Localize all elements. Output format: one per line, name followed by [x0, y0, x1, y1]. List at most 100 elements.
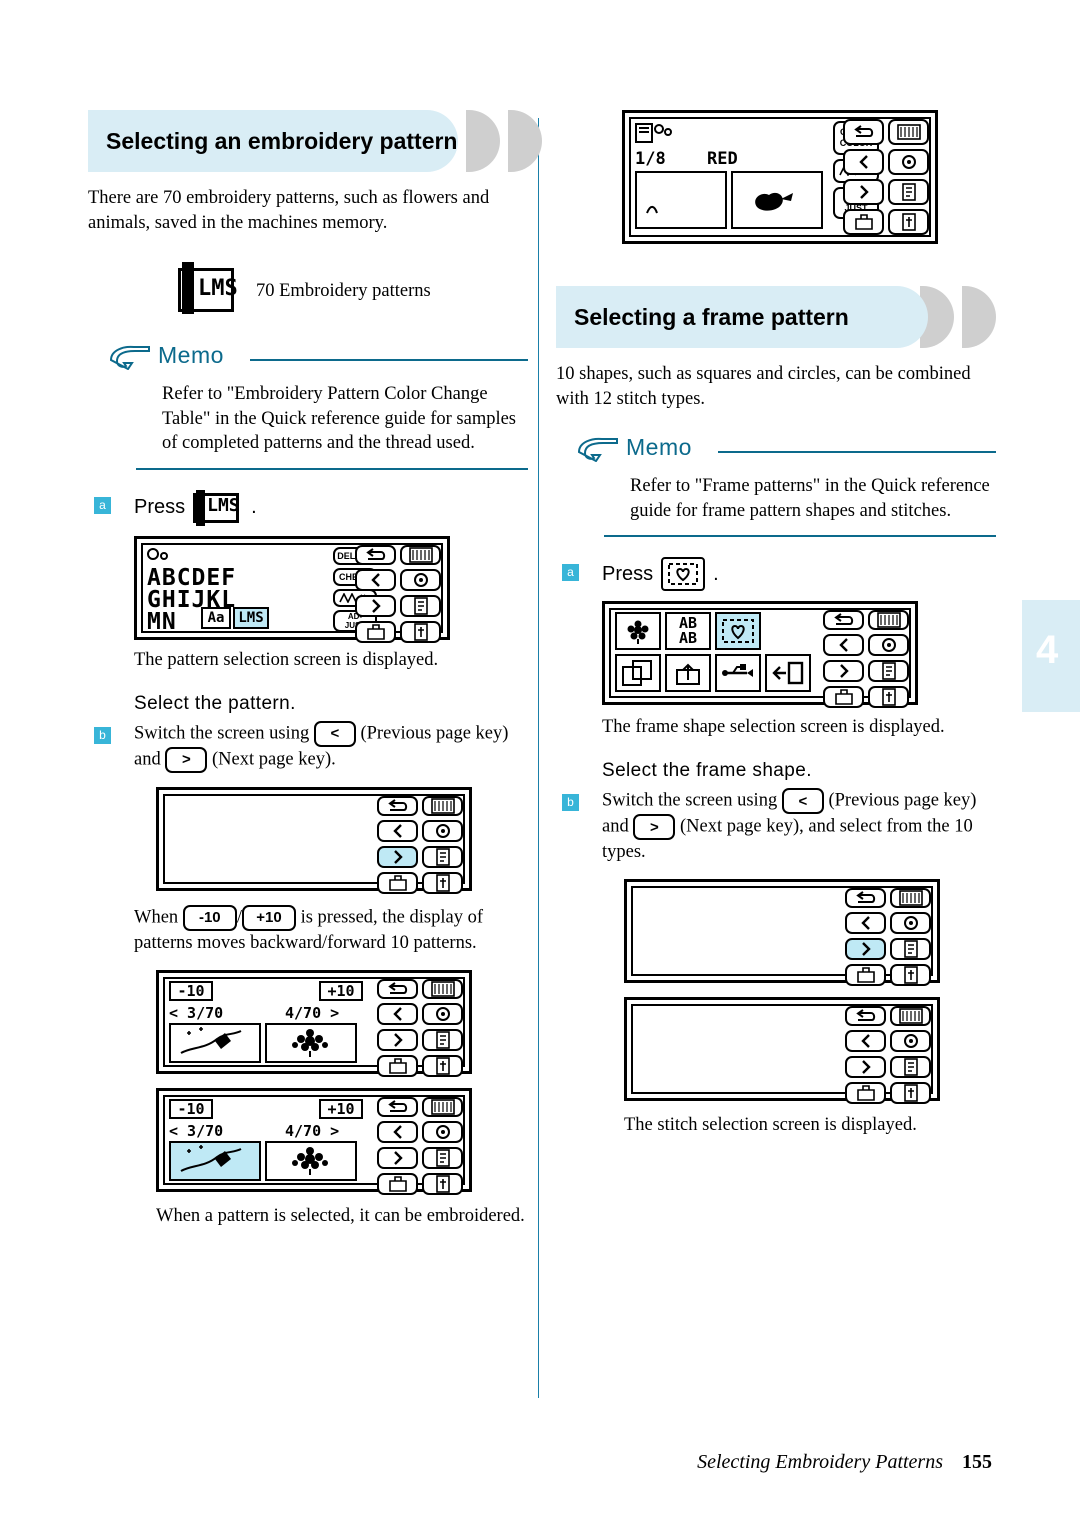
- step-b-text-before: Switch the screen using: [134, 722, 310, 743]
- presser-foot-key[interactable]: [890, 1006, 931, 1026]
- prev-page-key[interactable]: [377, 1002, 418, 1025]
- next-page-key-inline[interactable]: >: [165, 746, 208, 773]
- plus-10-key[interactable]: +10: [319, 1098, 363, 1119]
- presser-foot-key[interactable]: [888, 119, 929, 145]
- press-lms-key[interactable]: LMS: [193, 489, 243, 526]
- memory-key[interactable]: [845, 1082, 886, 1104]
- needle-key[interactable]: [888, 209, 929, 235]
- prev-page-key[interactable]: [377, 1120, 418, 1143]
- step-b-text-before: Switch the screen using: [602, 790, 778, 811]
- plus-10-key[interactable]: +10: [319, 980, 363, 1001]
- presser-foot-key[interactable]: [422, 1096, 463, 1117]
- help-key[interactable]: [422, 1028, 463, 1051]
- memo-rule: [718, 451, 996, 453]
- settings-key[interactable]: [868, 634, 909, 656]
- next-page-key[interactable]: [355, 594, 396, 617]
- presser-foot-key[interactable]: [890, 888, 931, 908]
- needle-key[interactable]: [868, 686, 909, 708]
- next-page-key[interactable]: [845, 938, 886, 960]
- help-key[interactable]: [422, 845, 463, 868]
- help-key[interactable]: [890, 1056, 931, 1078]
- settings-key[interactable]: [888, 149, 929, 175]
- lcd-key-lms[interactable]: LMS: [233, 606, 269, 629]
- prev-page-key[interactable]: [377, 819, 418, 842]
- next-page-key-inline[interactable]: >: [633, 814, 676, 840]
- pattern-thumb-1[interactable]: [169, 1022, 261, 1063]
- presser-foot-key[interactable]: [422, 978, 463, 999]
- back-key[interactable]: [377, 978, 418, 999]
- memory-card-key[interactable]: [665, 654, 711, 692]
- settings-key[interactable]: [400, 568, 441, 591]
- pattern-count-label: 70 Embroidery patterns: [256, 280, 431, 301]
- needle-key[interactable]: [890, 964, 931, 986]
- back-key[interactable]: [843, 119, 884, 145]
- prev-page-key[interactable]: [845, 1030, 886, 1052]
- needle-key[interactable]: [422, 1054, 463, 1077]
- decorative-stitch-key[interactable]: [615, 612, 661, 650]
- presser-foot-key[interactable]: [422, 795, 463, 816]
- usb-key[interactable]: [715, 654, 761, 692]
- prev-page-key[interactable]: [823, 634, 864, 656]
- frame-pattern-key[interactable]: [715, 612, 761, 650]
- next-page-key[interactable]: [843, 179, 884, 205]
- minus-10-key[interactable]: -10: [169, 1098, 213, 1119]
- help-key[interactable]: [400, 594, 441, 617]
- help-key[interactable]: [868, 660, 909, 682]
- plus-10-key[interactable]: +10: [241, 904, 296, 931]
- settings-key[interactable]: [890, 1030, 931, 1052]
- next-page-key[interactable]: [845, 1056, 886, 1078]
- prev-page-key-inline[interactable]: <: [781, 788, 824, 814]
- memory-key[interactable]: [843, 209, 884, 235]
- back-key[interactable]: [377, 795, 418, 816]
- help-key[interactable]: [422, 1146, 463, 1169]
- pattern-count-row: LMS 70 Embroidery patterns: [178, 262, 528, 320]
- pattern-thumb-2[interactable]: [265, 1140, 357, 1181]
- back-key[interactable]: [823, 610, 864, 630]
- back-key[interactable]: [377, 1096, 418, 1117]
- settings-key[interactable]: [422, 1120, 463, 1143]
- lcd-key-aa[interactable]: Aa: [201, 606, 231, 629]
- prev-page-key[interactable]: [845, 912, 886, 934]
- presser-foot-key[interactable]: [400, 544, 441, 565]
- needle-key[interactable]: [422, 871, 463, 894]
- back-key[interactable]: [845, 1006, 886, 1026]
- memory-key[interactable]: [355, 620, 396, 643]
- needle-key[interactable]: [890, 1082, 931, 1104]
- frame-pattern-key[interactable]: [661, 557, 706, 591]
- next-page-key[interactable]: [377, 845, 418, 868]
- step-b-text: Switch the screen using < (Previous page…: [134, 720, 528, 773]
- needle-key[interactable]: [400, 620, 441, 643]
- page-number: 155: [962, 1451, 992, 1473]
- memory-key[interactable]: [377, 871, 418, 894]
- settings-key[interactable]: [890, 912, 931, 934]
- prev-page-key[interactable]: [355, 568, 396, 591]
- memory-key[interactable]: [845, 964, 886, 986]
- prev-page-key-inline[interactable]: <: [313, 720, 356, 747]
- needle-key[interactable]: [422, 1172, 463, 1195]
- next-page-key[interactable]: [377, 1146, 418, 1169]
- memory-key[interactable]: [377, 1172, 418, 1195]
- help-key[interactable]: [888, 179, 929, 205]
- minus-10-key[interactable]: -10: [169, 980, 213, 1001]
- step-number: a: [562, 564, 579, 581]
- settings-key[interactable]: [422, 819, 463, 842]
- settings-key[interactable]: [422, 1002, 463, 1025]
- footer-title: Selecting Embroidery Patterns: [697, 1451, 943, 1473]
- memory-key[interactable]: [823, 686, 864, 708]
- next-page-key[interactable]: [377, 1028, 418, 1051]
- mirror-key[interactable]: [615, 654, 661, 692]
- minus-10-key[interactable]: -10: [182, 904, 237, 931]
- back-key[interactable]: [845, 888, 886, 908]
- pattern-thumb-1-selected[interactable]: [169, 1140, 261, 1181]
- transfer-key[interactable]: [765, 654, 811, 692]
- presser-foot-key[interactable]: [868, 610, 909, 630]
- prev-page-key[interactable]: [843, 149, 884, 175]
- lcd-frame-shapes-page: [624, 879, 940, 986]
- pattern-thumb-2[interactable]: [265, 1022, 357, 1063]
- final-caption-right: The stitch selection screen is displayed…: [624, 1115, 917, 1135]
- help-key[interactable]: [890, 938, 931, 960]
- back-key[interactable]: [355, 544, 396, 565]
- character-stitch-key[interactable]: AB AB: [665, 612, 711, 650]
- memory-key[interactable]: [377, 1054, 418, 1077]
- next-page-key[interactable]: [823, 660, 864, 682]
